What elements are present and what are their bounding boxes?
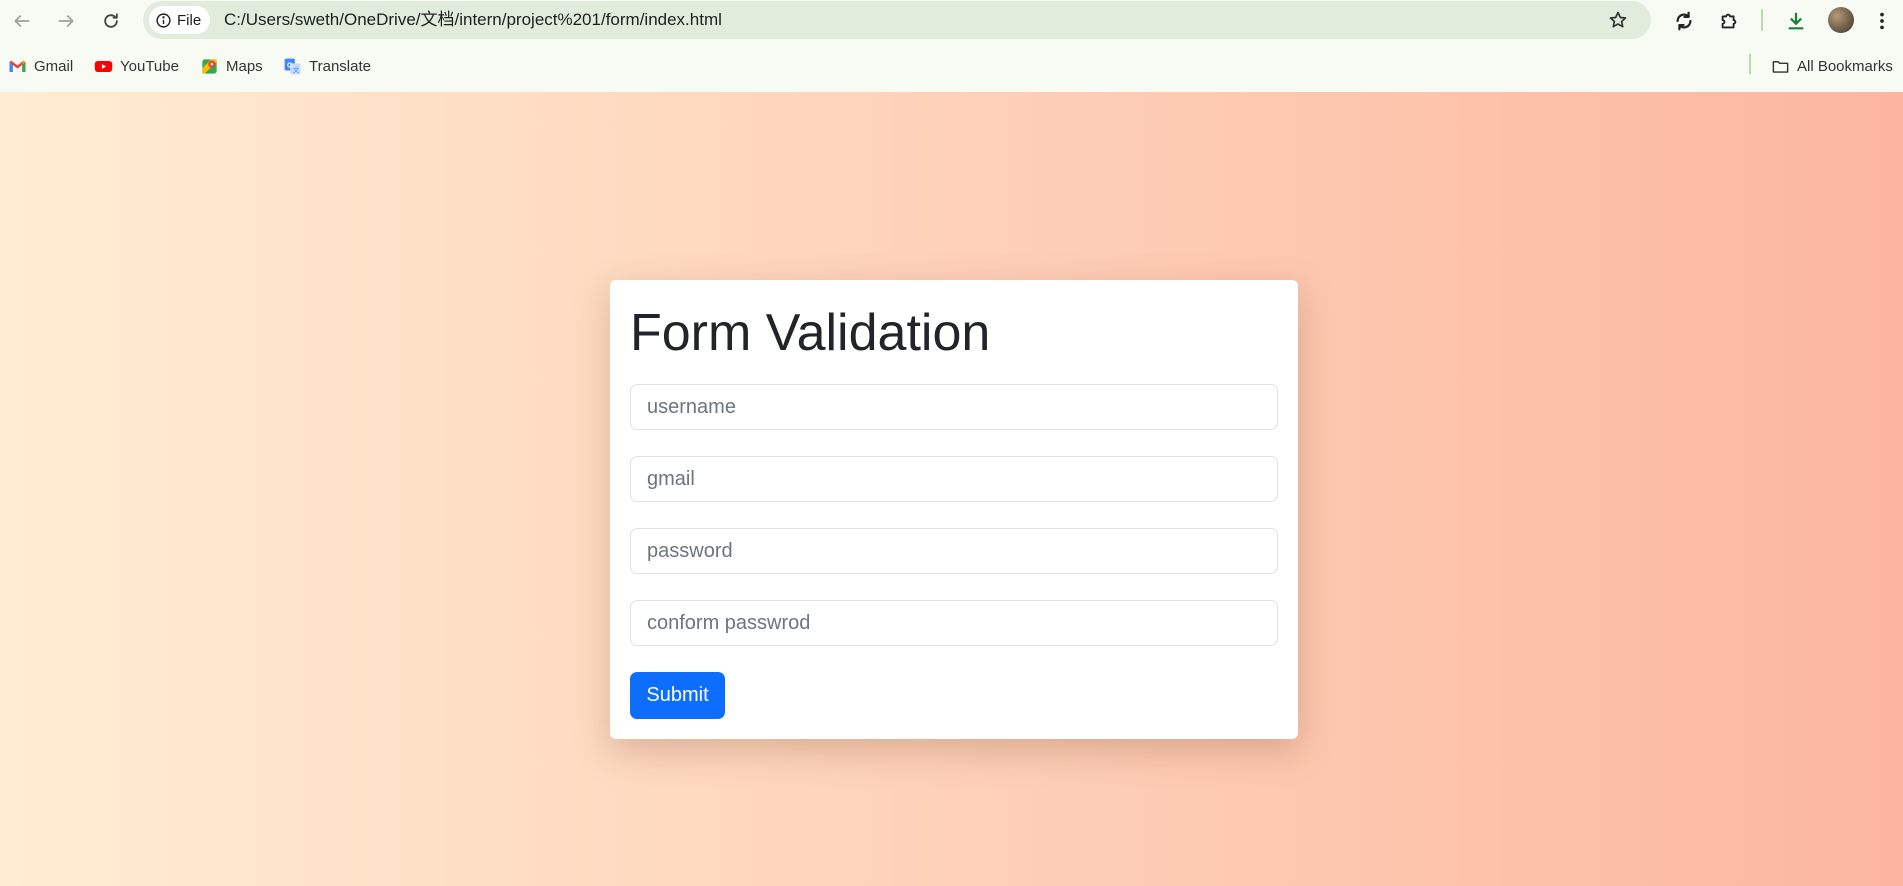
gmail-input[interactable]	[630, 456, 1278, 502]
bookmark-youtube[interactable]: YouTube	[94, 54, 179, 78]
all-bookmarks[interactable]: All Bookmarks	[1771, 54, 1893, 78]
password-input[interactable]	[630, 528, 1278, 574]
address-bar[interactable]: File C:/Users/sweth/OneDrive/文档/intern/p…	[143, 1, 1651, 39]
profile-avatar[interactable]	[1828, 7, 1854, 33]
svg-text:文: 文	[293, 65, 300, 74]
gmail-icon	[9, 60, 26, 72]
browser-chrome: File C:/Users/sweth/OneDrive/文档/intern/p…	[0, 0, 1903, 92]
star-icon	[1609, 11, 1627, 28]
arrow-left-icon	[14, 15, 30, 27]
bookmark-label: Translate	[309, 57, 371, 75]
url-text[interactable]: C:/Users/sweth/OneDrive/文档/intern/projec…	[224, 1, 722, 39]
username-input[interactable]	[630, 384, 1278, 430]
file-chip-label: File	[177, 11, 202, 29]
all-bookmarks-label: All Bookmarks	[1797, 57, 1893, 75]
forward-button[interactable]	[50, 5, 82, 37]
bookmark-star-button[interactable]	[1603, 5, 1633, 35]
extensions-button[interactable]	[1713, 5, 1745, 37]
submit-button[interactable]: Submit	[630, 672, 725, 719]
bookmarks-divider	[1749, 54, 1751, 74]
browser-toolbar: File C:/Users/sweth/OneDrive/文档/intern/p…	[0, 0, 1903, 42]
bookmark-label: Gmail	[34, 57, 74, 75]
folder-icon	[1772, 60, 1789, 73]
arrow-right-icon	[58, 15, 74, 27]
toolbar-divider	[1761, 9, 1763, 31]
menu-button[interactable]	[1870, 5, 1894, 37]
bookmark-translate[interactable]: G文 Translate	[283, 54, 371, 78]
sync-button[interactable]	[1668, 5, 1700, 37]
page-content: Form Validation Submit	[0, 92, 1903, 886]
svg-text:G: G	[287, 61, 293, 69]
back-button[interactable]	[6, 5, 38, 37]
bookmarks-bar: Gmail YouTube Maps G文 Translate All Book…	[0, 50, 1903, 82]
bookmark-maps[interactable]: Maps	[200, 54, 263, 78]
maps-icon	[202, 58, 217, 74]
bookmark-label: Maps	[226, 57, 263, 75]
reload-icon	[104, 13, 118, 28]
confirm-password-input[interactable]	[630, 600, 1278, 646]
bookmark-gmail[interactable]: Gmail	[8, 54, 73, 78]
translate-icon: G文	[284, 58, 301, 74]
puzzle-icon	[1721, 13, 1737, 29]
site-info-chip[interactable]: File	[149, 6, 211, 34]
downloads-button[interactable]	[1780, 5, 1812, 37]
sync-icon	[1676, 11, 1692, 31]
info-icon	[156, 12, 171, 28]
bookmark-label: YouTube	[120, 57, 179, 75]
download-icon	[1788, 12, 1804, 30]
kebab-menu-icon	[1880, 12, 1884, 30]
youtube-icon	[94, 60, 113, 72]
form-title: Form Validation	[630, 304, 991, 362]
reload-button[interactable]	[95, 5, 127, 37]
form-card: Form Validation Submit	[610, 280, 1298, 739]
